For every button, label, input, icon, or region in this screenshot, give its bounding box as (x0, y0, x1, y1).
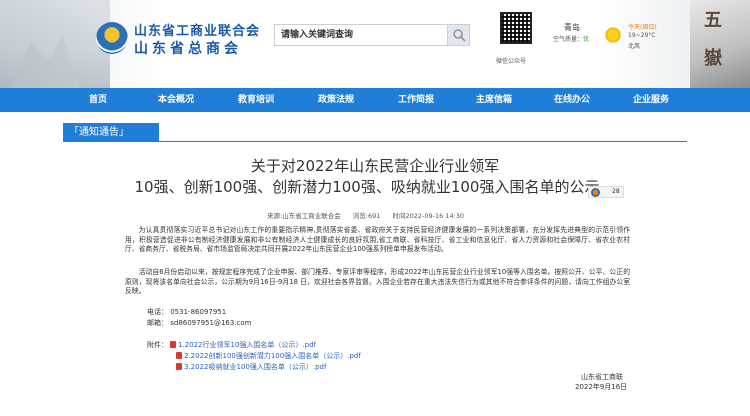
air-quality: 空气质量：优 (553, 34, 589, 43)
article-source: 来源:山东省工商业联合会 (267, 212, 341, 220)
attachment-link[interactable]: 2.2022创新100强创新潜力100强入围名单（公示）.pdf (176, 351, 361, 361)
nav-item-home[interactable]: 首页 (89, 88, 107, 112)
weather-wind: 北风 (628, 43, 641, 50)
attachment-link-text: 1.2022行业领军10强入围名单（公示）.pdf (178, 341, 316, 349)
attachments-label: 附件： (147, 341, 168, 349)
nav-item-about[interactable]: 本会概况 (158, 88, 194, 112)
search-button[interactable] (447, 25, 469, 45)
wechat-qr-code-icon (500, 12, 532, 44)
article-title-line2: 10强、创新100强、创新潜力100强、吸纳就业100强入围名单的公示 (134, 178, 600, 196)
attachment-link[interactable]: 3.2022吸纳就业100强入围名单（公示）.pdf (176, 362, 326, 372)
share-count: 28 (612, 188, 620, 195)
nav-item-training[interactable]: 教育培训 (238, 88, 274, 112)
qr-caption: 微信公众号 (496, 58, 527, 65)
weather-today: 今天(周日) (628, 24, 657, 31)
pdf-icon (176, 363, 182, 370)
share-badge[interactable]: 28 (588, 186, 624, 198)
air-quality-value: 优 (583, 36, 590, 43)
search-icon (453, 29, 466, 42)
org-name-line1[interactable]: 山东省工商业联合会 (134, 20, 260, 39)
attachment-link-text: 3.2022吸纳就业100强入围名单（公示）.pdf (184, 363, 327, 371)
section-divider (63, 141, 687, 142)
search-box (274, 24, 470, 46)
article-meta: 来源:山东省工商业联合会 浏览:691 时间2022-09-16 14:30 (267, 210, 474, 220)
nav-item-briefing[interactable]: 工作简报 (398, 88, 434, 112)
article-paragraph: 活动自6月份启动以来，按规定程序完成了企业申报、部门推荐、专家评审等程序，形成2… (125, 268, 630, 296)
article-paragraph: 为认真贯彻落实习近平总书记对山东工作的重要指示精神,贯彻落实省委、省政府关于支持… (125, 226, 630, 254)
signature-date: 2022年9月16日 (575, 383, 628, 391)
stone-char-1: 五 (704, 10, 722, 31)
attachment-link-text: 2.2022创新100强创新潜力100强入围名单（公示）.pdf (184, 352, 361, 360)
signature-org: 山东省工商联 (581, 373, 623, 381)
contact-email: 邮箱： sd86097951@163.com (147, 319, 252, 327)
nav-item-chair-mailbox[interactable]: 主席信箱 (476, 88, 512, 112)
logo-emblem-icon[interactable] (96, 22, 128, 54)
weather-city: 青岛 (564, 23, 580, 32)
search-input[interactable] (275, 25, 447, 45)
pdf-icon (170, 341, 176, 348)
main-nav: 首页 本会概况 教育培训 政策法规 工作简报 主席信箱 在线办公 企业服务 (0, 88, 750, 112)
header-mountain-image (0, 0, 110, 88)
sunny-weather-icon (604, 26, 622, 44)
share-icon (591, 188, 600, 197)
nav-item-policy[interactable]: 政策法规 (318, 88, 354, 112)
section-tab-notices[interactable]: 「通知通告」 (63, 123, 159, 142)
nav-item-online-office[interactable]: 在线办公 (554, 88, 590, 112)
article-title-line1: 关于对2022年山东民营企业行业领军 (250, 157, 500, 175)
contact-phone: 电话： 0531-86097951 (147, 308, 227, 316)
attachment-link[interactable]: 1.2022行业领军10强入围名单（公示）.pdf (170, 340, 316, 350)
nav-item-enterprise-service[interactable]: 企业服务 (633, 88, 669, 112)
stone-char-2: 嶽 (704, 48, 722, 69)
pdf-icon (176, 352, 182, 359)
article-views: 浏览:691 (352, 212, 381, 220)
org-name-line2[interactable]: 山东省总商会 (134, 38, 242, 58)
article-time: 时间2022-09-16 14:30 (392, 212, 465, 220)
air-quality-label: 空气质量： (553, 36, 584, 43)
weather-temperature: 19~29°C (628, 32, 656, 39)
